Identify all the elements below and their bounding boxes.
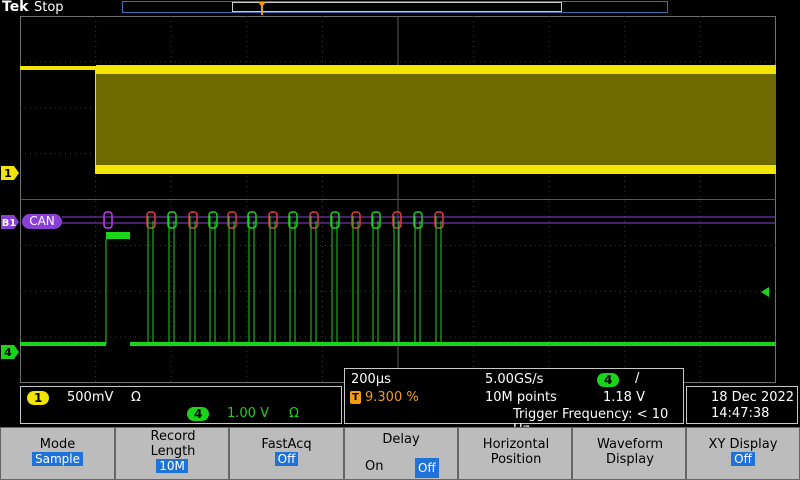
ch4-badge: 4: [187, 407, 210, 421]
bus-b1-marker[interactable]: B1: [0, 214, 20, 230]
time-display: 14:47:38: [711, 406, 770, 421]
trigger-slope-icon: /: [635, 371, 640, 386]
trigger-source-badge: 4: [597, 373, 620, 387]
delay-label: Delay: [382, 432, 420, 447]
fastacq-value: Off: [274, 452, 299, 466]
delay-softkey[interactable]: Delay On Off: [344, 427, 458, 480]
ch4-marker-number: 4: [4, 346, 12, 359]
waveform-display-softkey[interactable]: Waveform Display: [572, 427, 686, 480]
record-length-softkey[interactable]: Record Length 10M: [115, 427, 229, 480]
trigger-pos-icon: T: [350, 391, 361, 404]
ch1-trace-envelope: [96, 68, 776, 174]
record-length-label: Record Length: [150, 429, 196, 459]
brand-logo: Tek: [2, 0, 29, 15]
vertical-settings-panel[interactable]: 1 500mV Ω 4 1.00 V Ω: [20, 386, 342, 424]
datetime-panel[interactable]: 18 Dec 2022 14:47:38: [686, 386, 798, 424]
ch1-ground-marker[interactable]: 1: [0, 165, 20, 181]
trigger-pos-icon-label: T: [352, 392, 359, 403]
bus-marker-label: B1: [2, 218, 17, 229]
bus-label-badge: CAN: [22, 214, 62, 229]
ch1-trace-top: [96, 65, 776, 74]
trigger-level: 1.18 V: [603, 390, 645, 405]
horizontal-position-label: Horizontal Position: [482, 437, 550, 467]
ch1-impedance: Ω: [131, 390, 141, 405]
ch4-impedance: Ω: [289, 406, 299, 421]
waveform-display-label: Waveform Display: [597, 437, 663, 467]
xy-display-value: Off: [731, 452, 755, 466]
xy-display-softkey[interactable]: XY Display Off: [686, 427, 800, 480]
trigger-level-icon: [761, 287, 769, 297]
mode-value: Sample: [32, 452, 83, 466]
delay-off-option[interactable]: Off: [415, 458, 439, 478]
xy-display-label: XY Display: [708, 437, 778, 452]
acquisition-state: Stop: [34, 0, 64, 15]
record-length: 10M points: [485, 390, 557, 405]
record-view-window[interactable]: [232, 2, 562, 12]
fastacq-label: FastAcq: [261, 437, 312, 452]
waveform-graticule[interactable]: [20, 16, 776, 383]
mode-label: Mode: [39, 437, 76, 452]
date-display: 18 Dec 2022: [711, 390, 795, 405]
horizontal-position-softkey[interactable]: Horizontal Position: [458, 427, 572, 480]
ch4-scale: 1.00 V: [227, 406, 269, 421]
time-per-div: 200µs: [351, 372, 391, 387]
record-trigger-icon: [258, 2, 266, 15]
ch1-trace-bottom: [96, 165, 776, 174]
ch1-badge: 1: [27, 391, 50, 405]
ch4-ground-marker[interactable]: 4: [0, 344, 20, 360]
trigger-position: 9.300 %: [365, 390, 419, 405]
record-length-value: 10M: [156, 459, 188, 473]
ch1-scale: 500mV: [67, 390, 114, 405]
horizontal-trigger-panel[interactable]: 200µs 5.00GS/s 4 / T 9.300 % 10M points …: [344, 368, 684, 437]
delay-on-option[interactable]: On: [365, 459, 383, 474]
fastacq-softkey[interactable]: FastAcq Off: [229, 427, 344, 480]
ch4-trace-high: [106, 232, 130, 239]
softkey-bar: Mode Sample Record Length 10M FastAcq Of…: [0, 427, 800, 480]
ch1-marker-number: 1: [4, 167, 12, 180]
sample-rate: 5.00GS/s: [485, 372, 544, 387]
bus-label-text: CAN: [29, 214, 55, 228]
mode-softkey[interactable]: Mode Sample: [0, 427, 115, 480]
